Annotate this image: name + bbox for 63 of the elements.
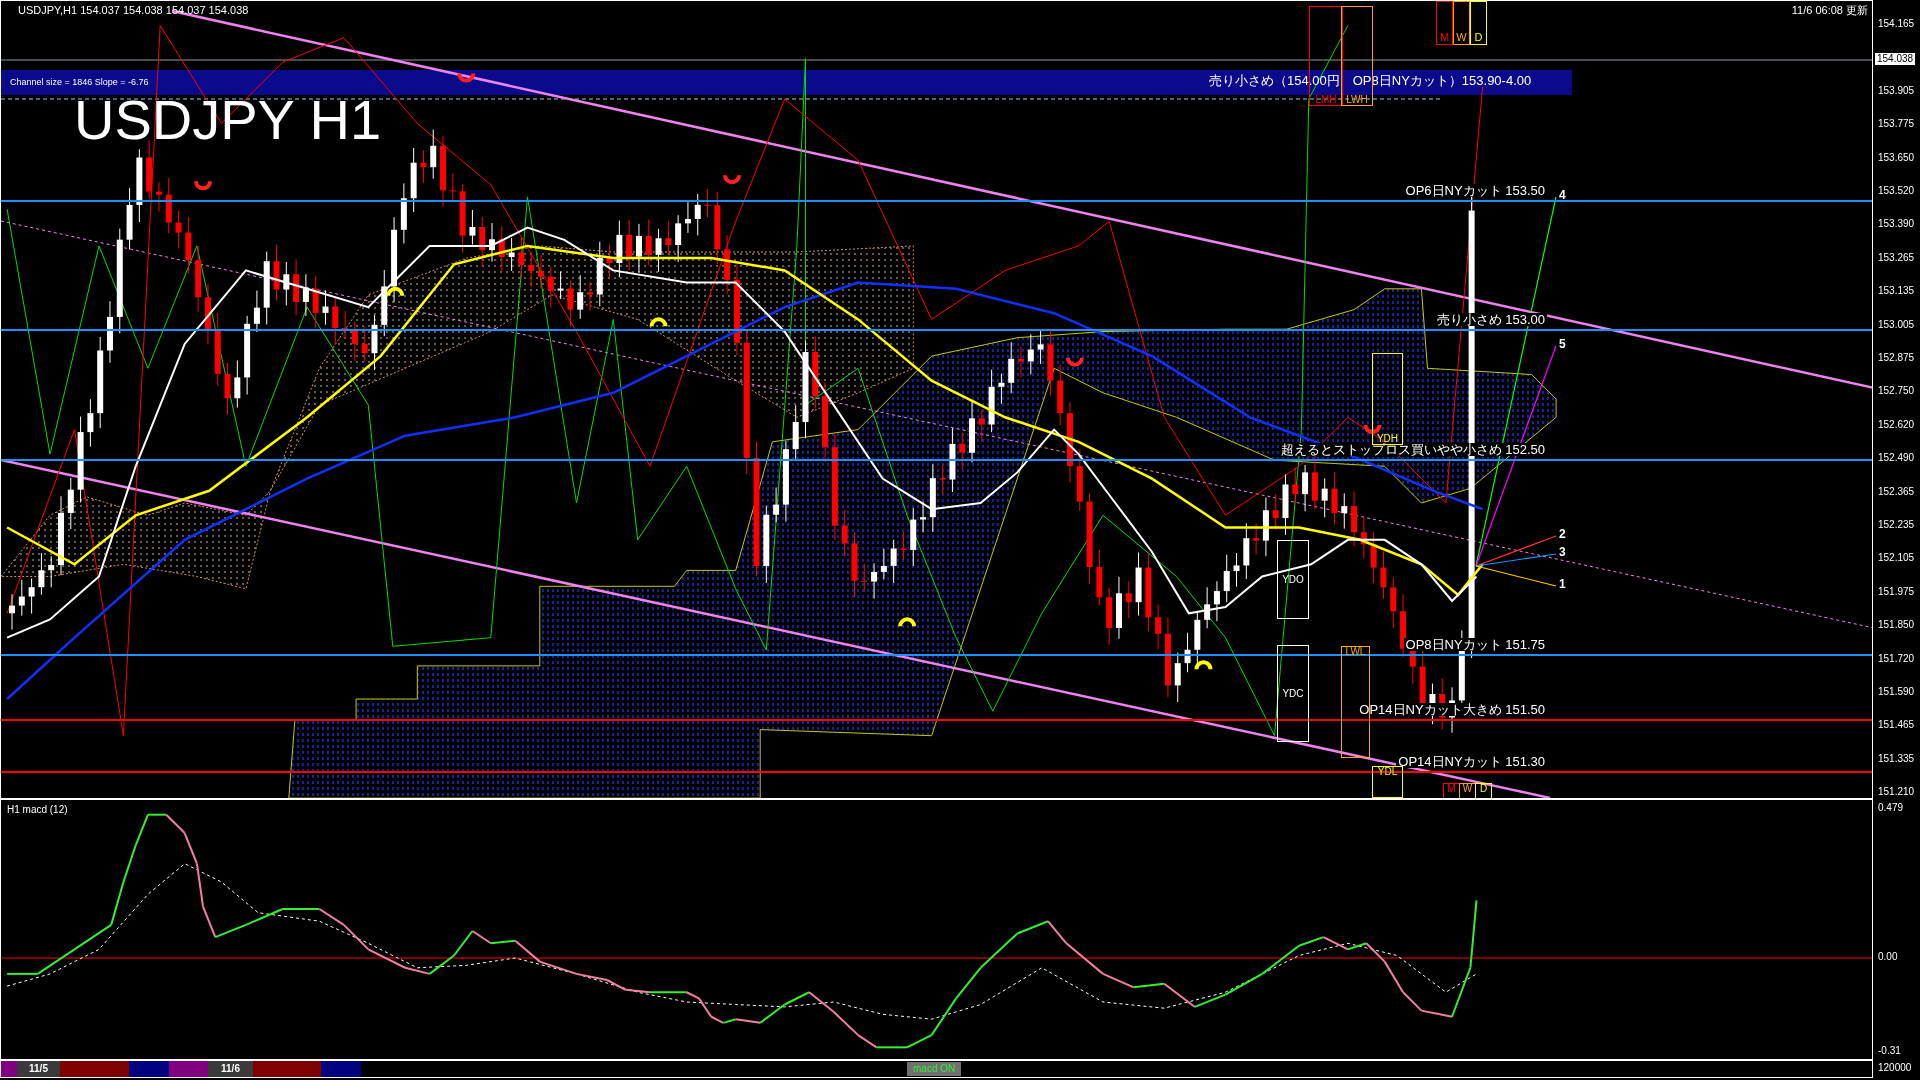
axis-label: 152.365 <box>1878 486 1915 497</box>
channel-info: Channel size = 1846 Slope = -6.76 <box>10 78 149 87</box>
horseshoe-icon <box>1065 357 1084 367</box>
projection-label: 1 <box>1559 578 1566 590</box>
level-label: 売り小さめ 153.00 <box>1434 313 1547 326</box>
axis-label: 151.975 <box>1878 586 1915 597</box>
axis-label: -0.31 <box>1878 1046 1901 1056</box>
axis-label: 152.620 <box>1878 419 1915 430</box>
axis-label: 153.390 <box>1878 219 1915 230</box>
session-segment: 11/5 <box>17 1061 60 1077</box>
axis-label: 151.335 <box>1878 753 1915 764</box>
projection-label: 3 <box>1559 546 1566 558</box>
projection-label: 5 <box>1559 338 1566 350</box>
axis-label: 151.465 <box>1878 720 1915 731</box>
horseshoe-icon <box>723 174 741 185</box>
period-box: M <box>1436 1 1453 45</box>
axis-label: 151.850 <box>1878 620 1915 631</box>
level-label: 超えるとストップロス買いやや小さめ 152.50 <box>1278 443 1547 456</box>
axis-label: 0.00 <box>1878 952 1898 962</box>
horseshoe-icon <box>649 317 668 327</box>
level-label: OP14日NYカット 151.30 <box>1396 755 1547 768</box>
period-box: W <box>1453 1 1470 45</box>
horseshoe-icon <box>194 180 212 191</box>
range-box: YDH <box>1372 353 1403 445</box>
axis-label: 153.775 <box>1878 119 1915 130</box>
axis-label: 153.520 <box>1878 186 1915 196</box>
axis-label: 154.165 <box>1878 19 1915 29</box>
period-box: D <box>1470 1 1487 45</box>
axis-label: 152.235 <box>1878 520 1915 530</box>
period-box: W <box>1459 783 1476 798</box>
projection-label: 4 <box>1559 189 1566 201</box>
indicator-title: H1 macd (12) <box>7 805 68 815</box>
period-box: M <box>1443 783 1460 798</box>
axis-label: 153.265 <box>1878 252 1915 263</box>
projection-label: 2 <box>1559 528 1566 540</box>
current-price-tag: 154.038 <box>1875 53 1916 65</box>
axis-label: 152.875 <box>1878 353 1915 363</box>
axis-label: 152.750 <box>1878 386 1915 397</box>
axis-label: 152.105 <box>1878 553 1915 564</box>
macd-toggle-button[interactable]: macd ON <box>907 1062 962 1076</box>
range-box: YDO <box>1277 540 1309 619</box>
axis-label: 153.005 <box>1878 319 1915 330</box>
axis-label: 152.490 <box>1878 453 1915 464</box>
axis-label: 151.720 <box>1878 653 1915 664</box>
range-box: YDC <box>1277 645 1309 742</box>
session-segment: 11/6 <box>208 1061 253 1077</box>
axis-label: 153.650 <box>1878 152 1915 163</box>
volume-axis-label: 120000 <box>1877 1061 1912 1075</box>
horseshoe-icon <box>1363 424 1382 434</box>
symbol-quote: USDJPY,H1 154.037 154.038 154.037 154.038 <box>18 5 249 16</box>
axis-label: 0.479 <box>1878 803 1904 813</box>
horseshoe-icon <box>898 617 917 627</box>
level-label: OP8日NYカット 151.75 <box>1403 638 1547 651</box>
axis-label: 151.590 <box>1878 687 1915 697</box>
horseshoe-icon <box>386 286 405 297</box>
period-box: D <box>1475 783 1492 798</box>
axis-label: 153.135 <box>1878 286 1915 297</box>
horseshoe-icon <box>457 73 476 83</box>
update-time: 11/6 06:08 更新 <box>1791 5 1868 16</box>
axis-label: 153.905 <box>1878 85 1915 96</box>
level-label: OP6日NYカット 153.50 <box>1403 184 1547 197</box>
horseshoe-icon <box>1194 660 1213 670</box>
axis-label: 151.210 <box>1878 787 1915 798</box>
